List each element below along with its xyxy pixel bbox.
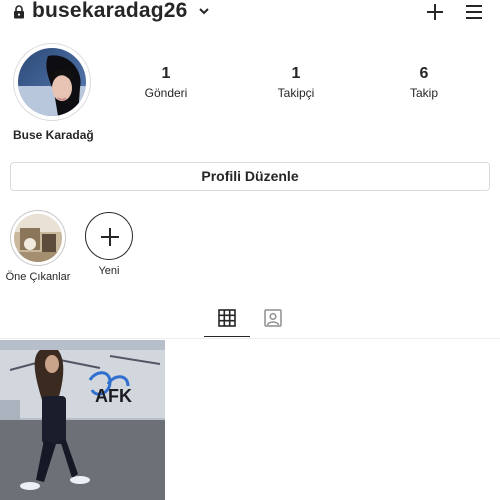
new-highlight-label: Yeni xyxy=(98,265,120,277)
posts-count-value: 1 xyxy=(161,65,171,82)
new-highlight[interactable]: Yeni xyxy=(85,212,133,277)
post-image: AFK xyxy=(0,340,165,500)
followers-count-label: Takipçi xyxy=(277,86,315,100)
lock-icon xyxy=(14,5,24,19)
post-thumbnail[interactable]: AFK xyxy=(0,340,165,500)
new-highlight-ring xyxy=(85,212,133,260)
top-bar: busekaradag26 xyxy=(0,0,500,26)
following-count-value: 6 xyxy=(419,65,429,82)
highlight-featured[interactable]: Öne Çıkanlar xyxy=(6,210,70,283)
followers-count[interactable]: 1 Takipçi xyxy=(256,64,336,100)
display-name: Buse Karadağ xyxy=(13,128,94,142)
highlight-ring xyxy=(10,210,66,266)
tab-tagged[interactable] xyxy=(250,303,296,337)
posts-count-label: Gönderi xyxy=(144,86,188,100)
new-post-plus-icon[interactable] xyxy=(425,2,445,22)
profile-tabs xyxy=(0,303,500,339)
hamburger-menu-icon[interactable] xyxy=(464,3,484,21)
username[interactable]: busekaradag26 xyxy=(32,0,188,23)
following-count-label: Takip xyxy=(409,86,438,100)
tab-grid[interactable] xyxy=(204,303,250,337)
plus-icon xyxy=(101,228,119,246)
following-count[interactable]: 6 Takip xyxy=(384,64,464,100)
avatar-photo xyxy=(18,48,86,116)
grid-icon xyxy=(218,309,236,327)
chevron-down-icon[interactable] xyxy=(198,6,210,16)
post-wall-text: AFK xyxy=(95,386,132,406)
edit-profile-button[interactable]: Profili Düzenle xyxy=(10,162,490,191)
posts-count[interactable]: 1 Gönderi xyxy=(126,64,206,100)
highlight-thumbnail xyxy=(14,214,62,262)
followers-count-value: 1 xyxy=(291,65,301,82)
tagged-icon xyxy=(264,309,282,327)
profile-avatar[interactable] xyxy=(13,43,91,121)
